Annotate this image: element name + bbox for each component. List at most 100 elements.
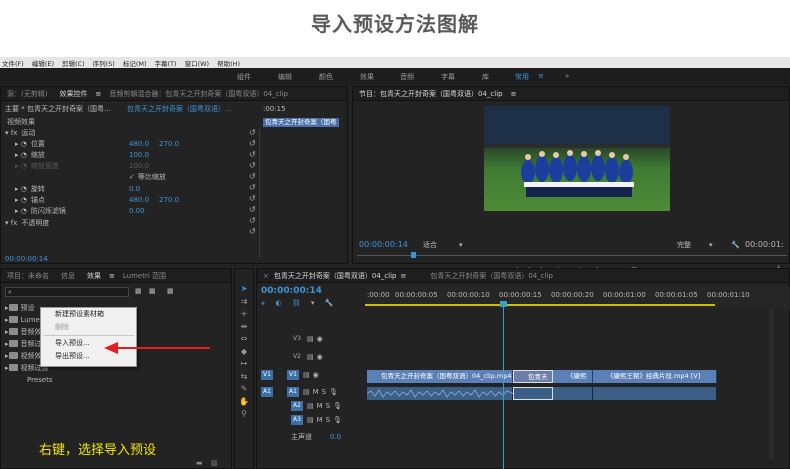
tab-audio-clip-mixer[interactable]: 音频剪辑混合器：包青天之开封奇案（国粤双语）04_clip	[103, 89, 294, 99]
effects-folder-presets[interactable]: ▸ 预设	[5, 302, 35, 313]
reset-icon[interactable]: ↺	[249, 215, 259, 226]
sequence-clip-label[interactable]: 包青天之开封奇案（国粤双语）...	[127, 103, 232, 114]
anchor-x[interactable]: 480.0	[129, 194, 149, 205]
stopwatch-icon[interactable]: ▸ ◔	[15, 185, 27, 193]
mic-icon[interactable]: 🎙	[329, 388, 338, 396]
mute-icon[interactable]: M	[317, 416, 323, 424]
anchor-row[interactable]: ▸ ◔ 锚点	[15, 194, 45, 205]
wrench-icon[interactable]: 🔧	[731, 239, 740, 250]
rate-stretch-tool-icon[interactable]: ⇔	[235, 333, 253, 346]
stopwatch-icon[interactable]: ▸ ◔	[15, 140, 27, 148]
scale-row[interactable]: ▸ ◔ 缩放	[15, 149, 45, 160]
position-y[interactable]: 270.0	[159, 138, 179, 149]
checkbox-icon[interactable]: ✓	[129, 173, 135, 181]
stopwatch-icon[interactable]: ▸ ◔	[15, 196, 27, 204]
mute-icon[interactable]: M	[313, 388, 319, 396]
mic-icon[interactable]: 🎙	[333, 402, 342, 410]
film-icon[interactable]: ▤	[303, 388, 310, 396]
position-row[interactable]: ▸ ◔ 位置	[15, 138, 45, 149]
workspace-audio[interactable]: 音频	[400, 72, 414, 82]
tab-sequence-2[interactable]: 包青天之开封奇案（国粤双语）04_clip	[412, 271, 559, 281]
opacity-row[interactable]: ▾ fx 不透明度	[5, 217, 49, 228]
solo-icon[interactable]: S	[322, 388, 326, 396]
pen-tool-icon[interactable]: ✎	[235, 383, 253, 396]
film-icon[interactable]: ▤	[303, 371, 310, 379]
effects-folder-presets-sub[interactable]: Presets	[27, 374, 52, 385]
reset-icon[interactable]: ↺	[249, 149, 259, 160]
ec-clip-bar[interactable]: 包青天之开封奇案（国粤	[263, 118, 339, 127]
tab-sequence-1[interactable]: 包青天之开封奇案（国粤双语）04_clip	[272, 271, 399, 281]
track-header-a2[interactable]: A2 ▤ M S 🎙	[291, 400, 342, 411]
film-icon[interactable]: ▤	[307, 402, 314, 410]
workspace-effects[interactable]: 效果	[360, 72, 374, 82]
uniform-scale-row[interactable]: ✓ 等比缩放	[129, 171, 166, 182]
reset-icon[interactable]: ↺	[249, 182, 259, 193]
clip-video-1[interactable]: 包青天之开封奇案（国粤双语）04_clip.mp4 [V]	[367, 370, 513, 383]
timeline-menu-icon[interactable]: ≡	[398, 272, 412, 280]
reset-icon[interactable]: ↺	[249, 171, 259, 182]
razor-tool-icon[interactable]: ◆	[235, 346, 253, 359]
menu-title[interactable]: 字幕(T)	[155, 58, 177, 68]
eye-icon[interactable]: ◉	[317, 353, 323, 361]
mute-icon[interactable]: M	[317, 402, 323, 410]
menu-marker[interactable]: 标记(M)	[123, 58, 147, 68]
menu-sequence[interactable]: 序列(S)	[93, 58, 115, 68]
timeline-timecode[interactable]: 00:00:00:14	[261, 285, 322, 296]
32bit-effects-icon[interactable]: ▦	[149, 287, 156, 295]
workspace-titles[interactable]: 字幕	[441, 72, 455, 82]
clip-audio-2[interactable]	[513, 387, 553, 400]
track-header-a1[interactable]: A1 A1 ▤ M S 🎙	[261, 386, 338, 397]
nest-icon[interactable]: ⚹	[261, 299, 265, 307]
stopwatch-icon[interactable]: ▸ ◔	[15, 151, 27, 159]
track-header-a3[interactable]: A3 ▤ M S 🎙	[291, 414, 342, 425]
tab-lumetri-scopes[interactable]: Lumetri 范围	[117, 271, 172, 281]
quality-dropdown[interactable]: 完整 ▾	[677, 239, 713, 250]
program-menu-icon[interactable]: ≡	[509, 90, 519, 98]
source-a1[interactable]: A1	[261, 386, 273, 397]
tab-info[interactable]: 信息	[55, 271, 81, 281]
antiflicker-row[interactable]: ▸ ◔ 防闪烁滤镜	[15, 205, 66, 216]
film-icon[interactable]: ▤	[307, 353, 314, 361]
reset-icon[interactable]: ↺	[249, 204, 259, 215]
mic-icon[interactable]: 🎙	[333, 416, 342, 424]
tab-effect-controls[interactable]: 效果控件	[53, 89, 93, 99]
work-area-bar[interactable]	[365, 304, 715, 306]
add-marker-icon[interactable]: ▾	[311, 299, 315, 307]
menu-item-new-preset-bin[interactable]: 新建预设素材箱	[41, 308, 136, 321]
workspace-more-icon[interactable]: »	[565, 72, 569, 80]
slip-tool-icon[interactable]: ↦	[235, 358, 253, 371]
master-track[interactable]: 主声道 0.0	[291, 431, 341, 442]
master-volume[interactable]: 0.0	[330, 433, 341, 441]
reset-icon[interactable]: ↺	[249, 138, 259, 149]
solo-icon[interactable]: S	[326, 416, 330, 424]
yuv-effects-icon[interactable]: ▦	[167, 287, 174, 295]
film-icon[interactable]: ▤	[307, 335, 314, 343]
menu-clip[interactable]: 剪辑(C)	[62, 58, 85, 68]
menu-help[interactable]: 帮助(H)	[217, 58, 240, 68]
film-icon[interactable]: ▤	[307, 416, 314, 424]
scale-value[interactable]: 100.0	[129, 149, 149, 160]
snap-icon[interactable]: ◐	[275, 299, 281, 307]
effects-search-input[interactable]: ⌕	[5, 287, 129, 297]
master-clip-label[interactable]: 主要 * 包青天之开封奇案（国粤...	[5, 103, 111, 114]
anchor-y[interactable]: 270.0	[159, 194, 179, 205]
tab-program[interactable]: 节目：包青天之开封奇案（国粤双语）04_clip	[353, 89, 509, 99]
workspace-common[interactable]: 常用	[515, 72, 529, 82]
clip-audio-3[interactable]	[553, 387, 593, 400]
rotation-value[interactable]: 0.0	[129, 183, 140, 194]
fit-dropdown[interactable]: 适合 ▾	[423, 239, 463, 250]
tab-source[interactable]: 源：(无剪辑)	[1, 89, 53, 99]
clip-video-4[interactable]: 《康熙王朝》经典片段.mp4 [V]	[593, 370, 717, 383]
track-select-tool-icon[interactable]: ⇉	[235, 296, 253, 309]
tab-effects[interactable]: 效果	[81, 271, 107, 281]
effect-controls-menu-icon[interactable]: ≡	[93, 90, 103, 98]
clip-video-2[interactable]: 包青天	[513, 370, 553, 383]
ripple-edit-tool-icon[interactable]: ⟛	[235, 308, 253, 321]
program-playhead[interactable]	[411, 252, 416, 258]
workspace-color[interactable]: 颜色	[319, 72, 333, 82]
workspace-editing[interactable]: 编辑	[278, 72, 292, 82]
eye-icon[interactable]: ◉	[313, 371, 319, 379]
position-x[interactable]: 480.0	[129, 138, 149, 149]
menu-window[interactable]: 窗口(W)	[185, 58, 210, 68]
rolling-edit-tool-icon[interactable]: ⇹	[235, 321, 253, 334]
